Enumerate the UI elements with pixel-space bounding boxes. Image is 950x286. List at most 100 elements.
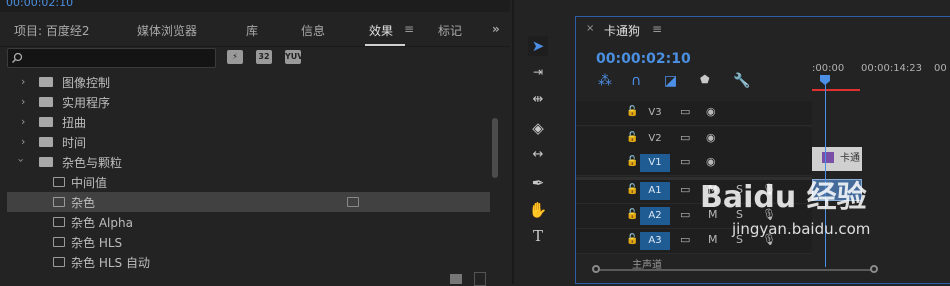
- sync-lock-icon[interactable]: ▭: [680, 233, 690, 246]
- selection-tool-icon[interactable]: ➤: [528, 36, 548, 56]
- tree-item-time[interactable]: › 时间: [7, 132, 490, 152]
- eye-icon[interactable]: ◉: [706, 105, 716, 118]
- slip-tool-icon[interactable]: ↔: [528, 145, 548, 165]
- hand-tool-icon[interactable]: ✋: [528, 200, 548, 220]
- yuv-filter-icon[interactable]: YUV: [285, 50, 303, 64]
- razor-tool-icon[interactable]: ◈: [528, 118, 548, 138]
- effects-scrollbar[interactable]: [492, 118, 498, 178]
- add-marker-icon[interactable]: ⬟: [700, 73, 710, 86]
- track-target-v3[interactable]: V3: [640, 104, 670, 122]
- time-ruler[interactable]: :00:00 00:00:14:23 00: [812, 61, 950, 105]
- snap-icon[interactable]: ∩: [631, 73, 641, 89]
- sequence-tab[interactable]: 卡通狗: [604, 22, 640, 39]
- tree-item-label: 杂色: [71, 196, 96, 210]
- effect-icon: [53, 257, 65, 267]
- lock-icon[interactable]: 🔓: [626, 209, 638, 220]
- watermark-logo: Baidu 经验: [700, 180, 867, 215]
- track-target-v2[interactable]: V2: [640, 130, 670, 148]
- effect-icon: [53, 197, 65, 207]
- fx-badge-icon: [822, 152, 834, 163]
- scroll-track: [594, 269, 874, 271]
- new-bin-icon[interactable]: [450, 274, 462, 284]
- folder-icon: [39, 137, 53, 147]
- chevron-right-icon[interactable]: ›: [21, 75, 25, 88]
- sync-lock-icon[interactable]: ▭: [680, 155, 690, 168]
- eye-icon[interactable]: ◉: [706, 131, 716, 144]
- type-tool-icon[interactable]: T: [528, 226, 548, 246]
- scroll-left-handle[interactable]: [592, 265, 600, 273]
- tab-info[interactable]: 信息: [301, 22, 325, 39]
- tree-item-image-control[interactable]: › 图像控制: [7, 72, 490, 92]
- tree-item-noise-grain[interactable]: › 杂色与颗粒: [7, 152, 490, 172]
- ruler-tick-label: :00:00: [812, 63, 845, 74]
- track-target-a1[interactable]: A1: [640, 182, 670, 200]
- tree-item-label: 中间值: [71, 176, 108, 190]
- ruler-tick-label: 00: [934, 63, 947, 74]
- lock-icon[interactable]: 🔓: [626, 156, 638, 167]
- effects-menu-icon[interactable]: ≡: [404, 22, 414, 36]
- top-strip: 00:00:02:10: [0, 0, 510, 12]
- sync-lock-icon[interactable]: ▭: [680, 183, 690, 196]
- track-target-a3[interactable]: A3: [640, 232, 670, 250]
- track-target-a2[interactable]: A2: [640, 207, 670, 225]
- tools-panel: ➤ ⇥ ⇹ ◈ ↔ ✒ ✋ T: [512, 0, 574, 284]
- tab-effects[interactable]: 效果: [369, 22, 393, 39]
- accelerated-effects-filter-icon[interactable]: ⚡: [227, 50, 243, 64]
- watermark-url: jingyan.baidu.com: [732, 220, 871, 238]
- video-clip[interactable]: 卡通: [812, 147, 862, 171]
- close-icon[interactable]: ×: [586, 23, 594, 34]
- active-tab-indicator: [365, 44, 405, 46]
- tab-markers[interactable]: 标记: [438, 22, 462, 39]
- tree-item-label: 杂色 HLS: [71, 236, 123, 250]
- source-timecode: 00:00:02:10: [6, 0, 74, 9]
- effect-icon: [53, 177, 65, 187]
- lock-icon[interactable]: 🔓: [626, 184, 638, 195]
- eye-icon[interactable]: ◉: [706, 155, 716, 168]
- tab-library[interactable]: 库: [246, 22, 258, 39]
- sync-lock-icon[interactable]: ▭: [680, 105, 690, 118]
- 32bit-filter-icon[interactable]: 32: [256, 50, 272, 64]
- effects-search-input[interactable]: [7, 48, 216, 68]
- chevron-down-icon[interactable]: ›: [15, 158, 28, 162]
- tabs-overflow-icon[interactable]: »: [492, 22, 500, 36]
- tree-item-noise-alpha[interactable]: 杂色 Alpha: [7, 212, 490, 232]
- tree-item-noise-hls-auto[interactable]: 杂色 HLS 自动: [7, 252, 490, 272]
- ripple-edit-tool-icon[interactable]: ⇹: [528, 90, 548, 110]
- timeline-menu-icon[interactable]: ≡: [652, 22, 662, 36]
- folder-icon: [39, 77, 53, 87]
- render-bar: [812, 89, 860, 91]
- tree-item-label: 图像控制: [62, 76, 111, 90]
- chevron-right-icon[interactable]: ›: [21, 95, 25, 108]
- track-target-v1[interactable]: V1: [640, 154, 670, 172]
- effect-icon: [53, 237, 65, 247]
- track-v2: 🔓 V2 ▭ ◉: [576, 127, 812, 152]
- tab-project[interactable]: 项目: 百度经2: [14, 22, 90, 39]
- sync-lock-icon[interactable]: ▭: [680, 131, 690, 144]
- chevron-right-icon[interactable]: ›: [21, 135, 25, 148]
- tree-item-label: 杂色与颗粒: [62, 156, 123, 170]
- sync-lock-icon[interactable]: ▭: [680, 208, 690, 221]
- wrench-icon[interactable]: 🔧: [733, 73, 750, 89]
- tree-item-utility[interactable]: › 实用程序: [7, 92, 490, 112]
- baidu-watermark: Baidu 经验 jingyan.baidu.com: [700, 172, 940, 262]
- lock-icon[interactable]: 🔓: [626, 234, 638, 245]
- tree-item-label: 杂色 HLS 自动: [71, 256, 150, 270]
- tree-item-noise-hls[interactable]: 杂色 HLS: [7, 232, 490, 252]
- scroll-right-handle[interactable]: [870, 265, 878, 273]
- timeline-zoom-scrollbar[interactable]: [592, 265, 878, 275]
- lock-icon[interactable]: 🔓: [626, 132, 638, 143]
- tree-item-noise[interactable]: 杂色: [7, 192, 490, 212]
- tree-item-distort[interactable]: › 扭曲: [7, 112, 490, 132]
- tree-item-median[interactable]: 中间值: [7, 172, 490, 192]
- pen-tool-icon[interactable]: ✒: [528, 173, 548, 193]
- panel-tabs: 项目: 百度经2 媒体浏览器 库 信息 效果 ≡ 标记 »: [0, 14, 510, 47]
- track-select-tool-icon[interactable]: ⇥: [528, 62, 548, 82]
- effects-panel: 00:00:02:10 项目: 百度经2 媒体浏览器 库 信息 效果 ≡ 标记 …: [0, 0, 510, 286]
- playhead-timecode[interactable]: 00:00:02:10: [596, 51, 691, 67]
- tab-media-browser[interactable]: 媒体浏览器: [137, 22, 197, 39]
- timeline-header: × 卡通狗 ≡: [576, 17, 950, 45]
- lock-icon[interactable]: 🔓: [626, 106, 638, 117]
- chevron-right-icon[interactable]: ›: [21, 115, 25, 128]
- linked-selection-icon[interactable]: ◪: [664, 73, 677, 89]
- nest-icon[interactable]: ⁂: [598, 73, 612, 89]
